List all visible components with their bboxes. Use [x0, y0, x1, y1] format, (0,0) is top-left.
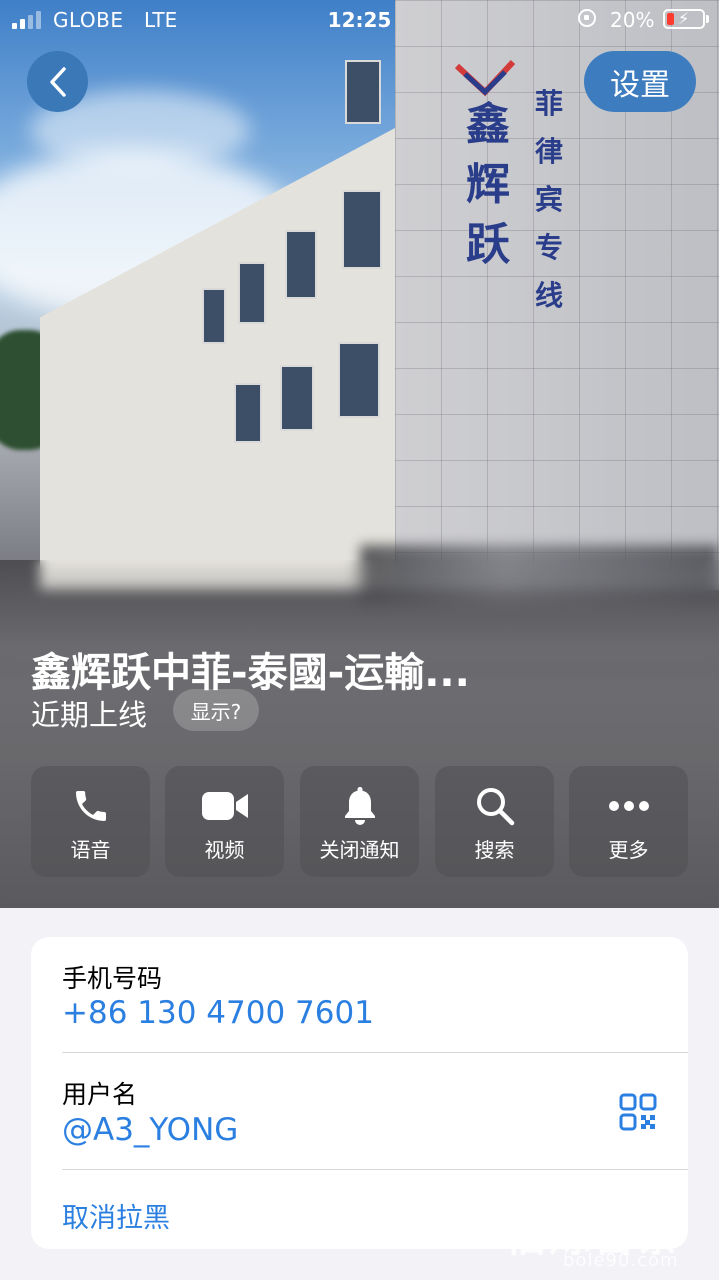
voice-call-button[interactable]: 语音 [31, 766, 150, 877]
search-button[interactable]: 搜索 [435, 766, 554, 877]
settings-button[interactable]: 设置 [584, 51, 696, 112]
more-icon [608, 801, 649, 811]
action-label: 语音 [70, 838, 111, 862]
action-label: 搜索 [474, 838, 515, 862]
photo-window [285, 230, 317, 299]
bell-icon [344, 787, 375, 825]
photo-sign-main: 鑫辉跃 [466, 99, 510, 270]
phone-icon [75, 791, 106, 821]
rotation-lock-icon [578, 9, 596, 27]
username-label: 用户名 [62, 1080, 138, 1109]
chevron-left-icon [49, 66, 66, 97]
mute-notifications-button[interactable]: 关闭通知 [300, 766, 419, 877]
photo-window [202, 288, 226, 344]
video-camera-icon [201, 792, 248, 820]
watermark-url: bole90.com [563, 1250, 679, 1271]
action-bar: 语音 视频 关闭通知 搜索 更多 [31, 766, 688, 877]
search-icon [476, 788, 514, 826]
divider [62, 1169, 688, 1170]
battery-percent: 20% [610, 8, 655, 32]
photo-window [338, 342, 380, 418]
watermark: 佰烁百条 bole90.com [505, 1203, 719, 1280]
phone-label: 手机号码 [62, 964, 163, 993]
divider [62, 1052, 688, 1053]
phone-number[interactable]: +86 130 4700 7601 [62, 995, 374, 1031]
username-value[interactable]: @A3_YONG [62, 1112, 238, 1148]
contact-name: 鑫辉跃中菲-泰國-运輸... [31, 650, 470, 696]
photo-sign-sub: 菲律宾专线 [535, 87, 564, 312]
photo-window [238, 262, 266, 324]
photo-window [280, 365, 314, 431]
photo-logo-icon [455, 59, 515, 97]
back-button[interactable] [27, 51, 88, 112]
action-label: 更多 [608, 838, 649, 862]
photo-window [345, 60, 381, 124]
photo-window [234, 383, 262, 443]
more-button[interactable]: 更多 [569, 766, 688, 877]
battery-icon: ⚡ [663, 9, 705, 29]
qr-code-icon[interactable] [619, 1093, 657, 1131]
status-bar: GLOBE LTE 12:25 20% ⚡ [0, 0, 719, 40]
show-status-chip[interactable]: 显示? [173, 689, 259, 731]
action-label: 关闭通知 [319, 838, 400, 862]
contact-last-seen: 近期上线 [31, 698, 148, 732]
action-label: 视频 [204, 838, 245, 862]
photo-window [342, 190, 382, 269]
unblock-button[interactable]: 取消拉黑 [62, 1196, 170, 1235]
video-call-button[interactable]: 视频 [165, 766, 284, 877]
